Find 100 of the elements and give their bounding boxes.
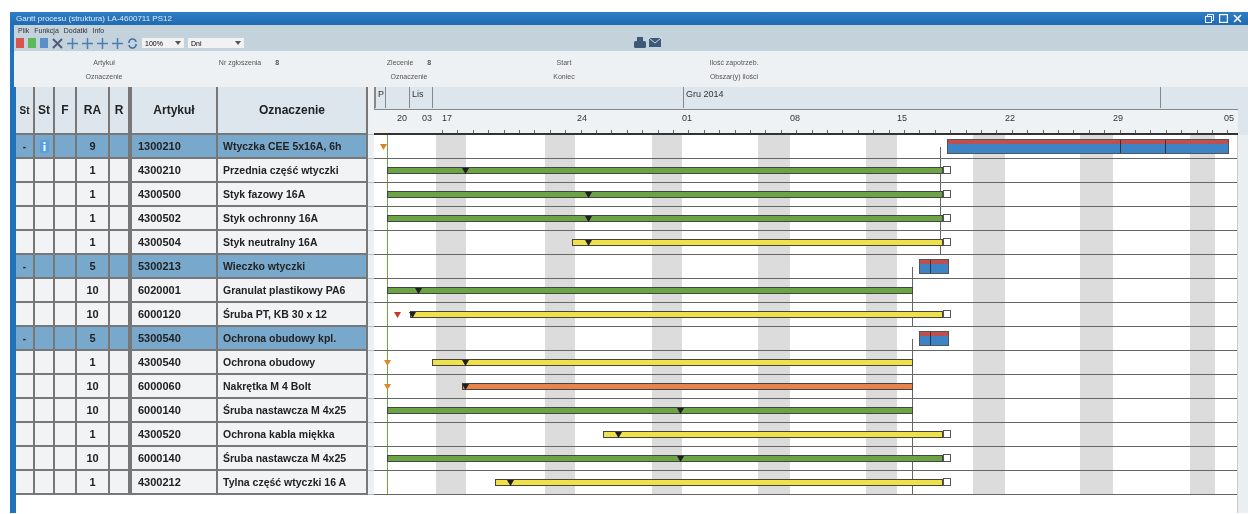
table-cell: 6000140: [130, 399, 218, 423]
table-cell: [110, 183, 130, 207]
close-icon[interactable]: [1233, 14, 1242, 23]
table-cell: [110, 351, 130, 375]
milestone-icon: [584, 240, 592, 246]
table-cell[interactable]: -: [16, 255, 35, 279]
table-cell: [35, 375, 55, 399]
table-cell[interactable]: [16, 423, 35, 447]
day-label: 03: [422, 113, 432, 123]
table-cell: [110, 423, 130, 447]
table-cell[interactable]: [16, 207, 35, 231]
restore-icon[interactable]: [1205, 14, 1214, 23]
link-handle[interactable]: [943, 454, 951, 462]
table-cell[interactable]: [16, 183, 35, 207]
move-icon[interactable]: [97, 37, 108, 49]
day-label: 29: [1113, 113, 1123, 123]
month-header: P: [375, 87, 386, 108]
table-cell: 1: [77, 183, 110, 207]
milestone-icon: [506, 480, 514, 486]
table-cell: Granulat plastikowy PA6: [218, 279, 368, 303]
task-bar[interactable]: [387, 167, 943, 174]
table-cell: Ochrona obudowy kpl.: [218, 327, 368, 351]
move-icon[interactable]: [67, 37, 78, 49]
table-cell: [55, 303, 77, 327]
table-cell: [110, 207, 130, 231]
move-icon[interactable]: [112, 37, 123, 49]
table-cell: [55, 159, 77, 183]
table-cell[interactable]: [16, 375, 35, 399]
task-bar[interactable]: [387, 407, 913, 414]
milestone-icon: [676, 456, 684, 462]
table-cell: [55, 447, 77, 471]
table-cell[interactable]: [16, 471, 35, 495]
table-cell: 1: [77, 471, 110, 495]
task-bar[interactable]: [387, 455, 943, 462]
table-cell: 5: [77, 255, 110, 279]
link-handle[interactable]: [943, 214, 951, 222]
task-bar[interactable]: [572, 239, 943, 246]
caret-icon: [175, 41, 181, 45]
table-cell: [110, 375, 130, 399]
milestone-icon: [414, 288, 422, 294]
link-handle[interactable]: [943, 238, 951, 246]
refresh-icon[interactable]: [127, 37, 138, 49]
table-cell: [110, 255, 130, 279]
task-bar[interactable]: [432, 359, 913, 366]
table-cell[interactable]: -: [16, 327, 35, 351]
table-cell: Śruba nastawcza M 4x25: [218, 399, 368, 423]
table-cell: 6000120: [130, 303, 218, 327]
table-cell: Przednia część wtyczki: [218, 159, 368, 183]
summary-bar[interactable]: [920, 332, 948, 345]
printer-icon[interactable]: [634, 37, 646, 48]
table-cell: 10: [77, 303, 110, 327]
table-cell: [35, 183, 55, 207]
task-bar[interactable]: [603, 431, 943, 438]
table-cell: [35, 447, 55, 471]
table-cell[interactable]: [16, 399, 35, 423]
table-cell: [110, 279, 130, 303]
task-bar[interactable]: [387, 215, 943, 222]
table-cell: 4300540: [130, 351, 218, 375]
table-cell: Styk neutralny 16A: [218, 231, 368, 255]
info-icon[interactable]: [39, 139, 49, 153]
day-label: 17: [442, 113, 452, 123]
maximize-icon[interactable]: [1219, 14, 1228, 23]
milestone-icon: [383, 384, 391, 390]
move-icon[interactable]: [82, 37, 93, 49]
table-cell[interactable]: [16, 159, 35, 183]
link-handle[interactable]: [943, 166, 951, 174]
table-cell[interactable]: [16, 447, 35, 471]
task-bar[interactable]: [387, 287, 913, 294]
table-cell: [55, 231, 77, 255]
table-cell: [35, 207, 55, 231]
table-cell: [55, 399, 77, 423]
task-bar[interactable]: [495, 479, 943, 486]
milestone-icon: [383, 360, 391, 366]
link-handle[interactable]: [943, 430, 951, 438]
link-handle[interactable]: [943, 310, 951, 318]
table-cell[interactable]: [16, 351, 35, 375]
table-cell[interactable]: -: [16, 135, 35, 159]
table-cell[interactable]: [16, 231, 35, 255]
table-cell: 1: [77, 159, 110, 183]
table-cell: [110, 159, 130, 183]
table-cell: 5300213: [130, 255, 218, 279]
table-cell: [55, 471, 77, 495]
milestone-icon: [584, 192, 592, 198]
table-cell: [110, 231, 130, 255]
collapse-icon[interactable]: [52, 37, 63, 49]
table-cell: 4300500: [130, 183, 218, 207]
day-label: 24: [577, 113, 587, 123]
summary-bar[interactable]: [920, 260, 948, 273]
table-cell[interactable]: [16, 303, 35, 327]
link-handle[interactable]: [943, 478, 951, 486]
mail-icon[interactable]: [649, 38, 661, 47]
table-cell: 1: [77, 207, 110, 231]
link-handle[interactable]: [943, 190, 951, 198]
task-bar[interactable]: [387, 191, 943, 198]
table-cell[interactable]: [16, 279, 35, 303]
task-bar[interactable]: [462, 383, 913, 390]
table-cell: [35, 423, 55, 447]
table-cell: 10: [77, 399, 110, 423]
milestone-icon: [676, 408, 684, 414]
task-bar[interactable]: [410, 311, 943, 318]
